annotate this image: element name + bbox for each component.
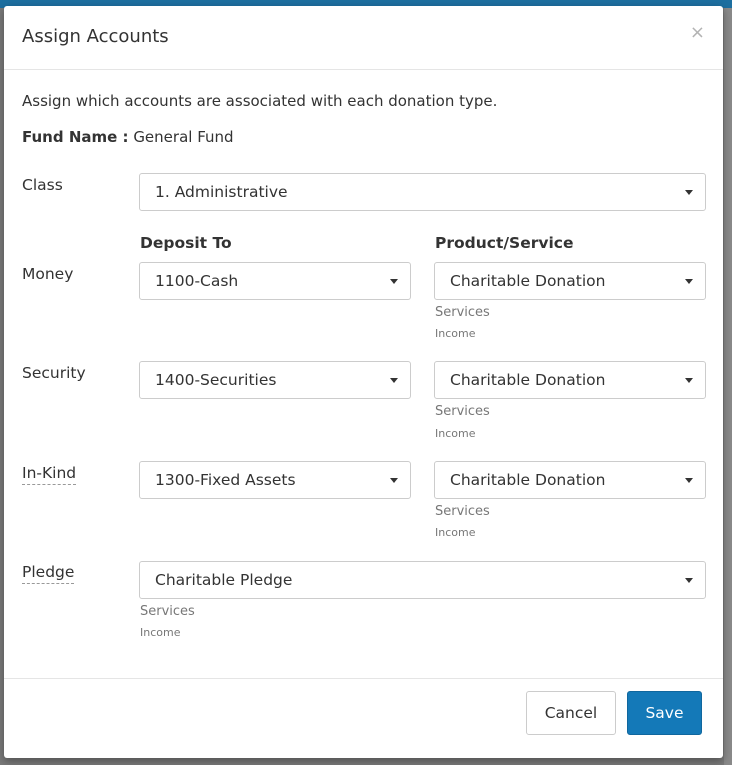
class-select-value: 1. Administrative — [155, 183, 288, 201]
in-kind-label: In-Kind — [22, 464, 77, 485]
modal-title: Assign Accounts — [22, 26, 169, 47]
class-label: Class — [22, 176, 63, 194]
cancel-button[interactable]: Cancel — [526, 691, 616, 735]
money-label: Money — [22, 265, 74, 283]
pledge-product-value: Charitable Pledge — [155, 571, 293, 589]
security-product-select[interactable]: Charitable Donation — [434, 361, 706, 399]
pledge-label: Pledge — [22, 563, 75, 584]
chevron-down-icon — [685, 378, 693, 383]
security-product-category: Income — [435, 427, 476, 440]
modal-description: Assign which accounts are associated wit… — [22, 92, 498, 110]
fund-name-label: Fund Name : — [22, 128, 129, 146]
security-deposit-value: 1400-Securities — [155, 371, 277, 389]
money-product-value: Charitable Donation — [450, 272, 606, 290]
money-product-type: Services — [435, 305, 490, 320]
chevron-down-icon — [685, 279, 693, 284]
save-button[interactable]: Save — [627, 691, 702, 735]
in-kind-deposit-value: 1300-Fixed Assets — [155, 471, 296, 489]
class-select[interactable]: 1. Administrative — [139, 173, 706, 211]
security-product-type: Services — [435, 404, 490, 419]
money-deposit-value: 1100-Cash — [155, 272, 239, 290]
in-kind-product-category: Income — [435, 526, 476, 539]
security-product-value: Charitable Donation — [450, 371, 606, 389]
money-deposit-select[interactable]: 1100-Cash — [139, 262, 411, 300]
chevron-down-icon — [390, 478, 398, 483]
money-product-category: Income — [435, 327, 476, 340]
fund-name: Fund Name : General Fund — [22, 128, 234, 146]
modal-header: Assign Accounts × — [4, 6, 723, 70]
security-deposit-select[interactable]: 1400-Securities — [139, 361, 411, 399]
in-kind-product-type: Services — [435, 504, 490, 519]
chevron-down-icon — [390, 378, 398, 383]
assign-accounts-modal: Assign Accounts × Assign which accounts … — [4, 6, 723, 758]
modal-footer-divider — [4, 678, 723, 679]
security-label: Security — [22, 364, 86, 382]
money-product-select[interactable]: Charitable Donation — [434, 262, 706, 300]
chevron-down-icon — [685, 190, 693, 195]
pledge-product-category: Income — [140, 626, 181, 639]
chevron-down-icon — [390, 279, 398, 284]
fund-name-value: General Fund — [133, 128, 234, 146]
chevron-down-icon — [685, 478, 693, 483]
in-kind-product-value: Charitable Donation — [450, 471, 606, 489]
in-kind-product-select[interactable]: Charitable Donation — [434, 461, 706, 499]
pledge-product-type: Services — [140, 604, 195, 619]
background-page — [724, 8, 732, 765]
chevron-down-icon — [685, 578, 693, 583]
in-kind-deposit-select[interactable]: 1300-Fixed Assets — [139, 461, 411, 499]
close-icon[interactable]: × — [690, 24, 705, 42]
product-service-header: Product/Service — [435, 234, 574, 252]
deposit-to-header: Deposit To — [140, 234, 232, 252]
pledge-product-select[interactable]: Charitable Pledge — [139, 561, 706, 599]
